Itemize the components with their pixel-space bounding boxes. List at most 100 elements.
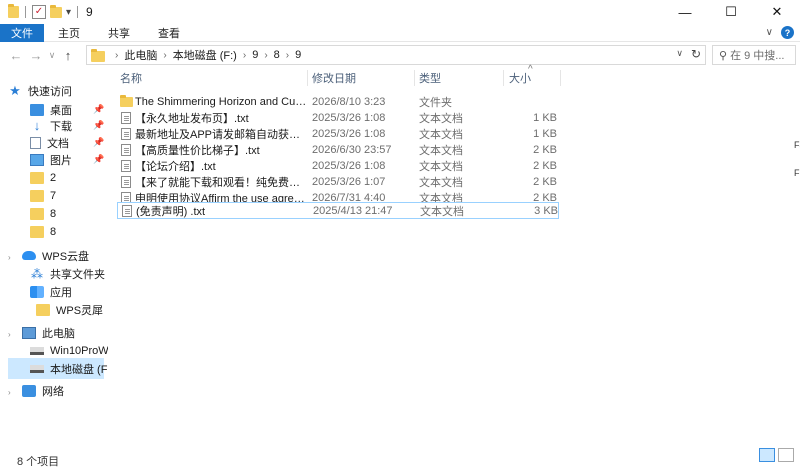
expand-icon[interactable]: › bbox=[8, 388, 11, 397]
column-header-size[interactable]: 大小 bbox=[509, 68, 531, 88]
pin-icon: 📌 bbox=[93, 154, 105, 164]
file-row[interactable]: 【论坛介绍】.txt 2025/3/26 1:08 文本文档 2 KB bbox=[117, 158, 559, 174]
column-divider[interactable] bbox=[307, 70, 308, 86]
status-bar: 8 个项目 bbox=[0, 450, 800, 471]
customize-toolbar-dropdown[interactable]: ▾ bbox=[66, 7, 71, 18]
chevron-right-icon[interactable]: › bbox=[264, 50, 267, 61]
network-icon bbox=[22, 384, 36, 397]
chevron-right-icon[interactable]: › bbox=[163, 50, 166, 61]
file-size: 2 KB bbox=[533, 160, 557, 172]
column-header-type[interactable]: 类型 bbox=[419, 68, 441, 88]
file-name: The Shimmering Horizon and Cursed... bbox=[135, 96, 307, 108]
sidebar-item-label: 此电脑 bbox=[42, 327, 75, 340]
recent-locations-button[interactable]: ∨ bbox=[46, 50, 58, 61]
forward-button[interactable]: → bbox=[26, 48, 46, 63]
ribbon-right-controls: ∨ ? bbox=[766, 26, 794, 39]
file-name: 【永久地址发布页】.txt bbox=[135, 113, 249, 125]
large-icons-view-icon[interactable] bbox=[778, 448, 794, 462]
file-row-focused[interactable]: (免责声明) .txt 2025/4/13 21:47 文本文档 3 KB bbox=[117, 202, 559, 219]
file-row[interactable]: 【永久地址发布页】.txt 2025/3/26 1:08 文本文档 1 KB bbox=[117, 110, 559, 126]
breadcrumb-folder-9[interactable]: 9 bbox=[252, 49, 258, 61]
chevron-right-icon[interactable]: › bbox=[243, 50, 246, 61]
text-file-icon bbox=[121, 144, 131, 156]
details-view-icon[interactable] bbox=[759, 448, 775, 462]
help-icon[interactable]: ? bbox=[781, 26, 794, 39]
document-icon bbox=[30, 136, 41, 149]
desktop-icon bbox=[30, 103, 44, 116]
sidebar-item-quick-access[interactable]: ★ 快速访问 bbox=[8, 80, 72, 101]
breadcrumb-folder-9-current[interactable]: 9 bbox=[295, 49, 301, 61]
folder-icon bbox=[120, 95, 133, 107]
navigation-pane: ★ 快速访问 桌面 📌 ↓ 下载 📌 文档 📌 图片 📌 2 7 8 8 › W… bbox=[0, 68, 108, 450]
sidebar-item-label: 网络 bbox=[42, 385, 64, 398]
search-input[interactable]: 在 9 中搜... bbox=[730, 47, 784, 63]
file-row[interactable]: 【高质量性价比梯子】.txt 2026/6/30 23:57 文本文档 2 KB bbox=[117, 142, 559, 158]
text-file-icon bbox=[121, 160, 131, 172]
column-divider[interactable] bbox=[503, 70, 504, 86]
back-button[interactable]: ← bbox=[6, 48, 26, 63]
tab-share[interactable]: 共享 bbox=[94, 24, 144, 42]
breadcrumb-this-pc[interactable]: 此电脑 bbox=[124, 47, 157, 63]
breadcrumb-drive-f[interactable]: 本地磁盘 (F:) bbox=[173, 47, 237, 63]
navigation-bar: ← → ∨ ↑ › 此电脑 › 本地磁盘 (F:) › 9 › 8 › 9 ∨ … bbox=[0, 42, 800, 68]
pin-icon: 📌 bbox=[93, 120, 105, 130]
file-type: 文本文档 bbox=[420, 205, 464, 218]
column-divider[interactable] bbox=[560, 70, 561, 86]
sidebar-item-drive-f[interactable]: 本地磁盘 (F:) bbox=[8, 358, 108, 379]
search-box[interactable]: ⚲ 在 9 中搜... bbox=[712, 45, 796, 65]
column-divider[interactable] bbox=[414, 70, 415, 86]
file-size: 3 KB bbox=[534, 204, 558, 217]
file-row[interactable]: 【来了就能下载和观看！纯免费！】.txt 2025/3/26 1:07 文本文档… bbox=[117, 174, 559, 190]
sidebar-item-folder-8b[interactable]: 8 bbox=[30, 221, 56, 242]
new-folder-icon[interactable] bbox=[50, 4, 62, 18]
close-button[interactable]: ✕ bbox=[754, 0, 800, 24]
sidebar-item-label: 快速访问 bbox=[28, 85, 72, 98]
sidebar-item-label: 2 bbox=[50, 171, 57, 184]
sidebar-item-label: 8 bbox=[50, 225, 57, 238]
address-dropdown-icon[interactable]: ∨ bbox=[676, 48, 683, 59]
up-button[interactable]: ↑ bbox=[58, 48, 78, 63]
toolbar-divider bbox=[25, 6, 26, 18]
file-date: 2025/3/26 1:08 bbox=[312, 112, 386, 124]
expand-ribbon-icon[interactable]: ∨ bbox=[766, 27, 773, 38]
expand-icon[interactable]: › bbox=[8, 253, 11, 262]
column-header-date[interactable]: 修改日期 bbox=[312, 68, 356, 88]
file-row-folder[interactable]: The Shimmering Horizon and Cursed... 202… bbox=[117, 94, 559, 110]
sidebar-item-label: WPS灵犀 bbox=[56, 304, 104, 317]
search-icon: ⚲ bbox=[719, 49, 728, 62]
maximize-button[interactable]: ☐ bbox=[708, 0, 754, 24]
breadcrumb-folder-8[interactable]: 8 bbox=[274, 49, 280, 61]
sidebar-item-wps-app[interactable]: WPS灵犀 bbox=[36, 299, 103, 320]
column-header-name[interactable]: 名称 bbox=[120, 68, 142, 88]
background-window-text: Fa bbox=[794, 140, 800, 150]
file-date: 2025/3/26 1:07 bbox=[312, 176, 386, 188]
folder-icon bbox=[36, 303, 50, 316]
drive-icon bbox=[30, 364, 44, 373]
chevron-right-icon[interactable]: › bbox=[115, 50, 118, 61]
sidebar-item-label: WPS云盘 bbox=[42, 250, 90, 263]
file-row[interactable]: 最新地址及APP请发邮箱自动获取！！！... 2025/3/26 1:08 文本… bbox=[117, 126, 559, 142]
background-window-text: Fi bbox=[794, 168, 800, 178]
tab-home[interactable]: 主页 bbox=[44, 24, 94, 42]
quick-access-toolbar: ✓ ▾ bbox=[0, 4, 80, 19]
folder-icon bbox=[91, 48, 105, 62]
sidebar-item-network[interactable]: 网络 bbox=[22, 380, 64, 401]
tab-file[interactable]: 文件 bbox=[0, 23, 44, 42]
refresh-icon[interactable]: ↻ bbox=[691, 47, 701, 61]
properties-icon[interactable]: ✓ bbox=[32, 5, 46, 19]
drive-icon bbox=[30, 346, 44, 355]
chevron-right-icon[interactable]: › bbox=[286, 50, 289, 61]
computer-icon bbox=[22, 326, 36, 339]
text-file-icon bbox=[121, 128, 131, 140]
download-icon: ↓ bbox=[33, 117, 41, 133]
toolbar-divider bbox=[77, 6, 79, 18]
file-date: 2026/8/10 3:23 bbox=[312, 96, 386, 108]
tab-view[interactable]: 查看 bbox=[144, 24, 194, 42]
expand-icon[interactable]: › bbox=[8, 330, 11, 339]
sidebar-item-label: 8 bbox=[50, 207, 57, 220]
address-bar[interactable]: › 此电脑 › 本地磁盘 (F:) › 9 › 8 › 9 ∨ ↻ bbox=[86, 45, 706, 65]
file-name: 【论坛介绍】.txt bbox=[135, 161, 216, 173]
pin-icon: 📌 bbox=[93, 104, 105, 114]
sidebar-item-label: Win10ProW X bbox=[50, 344, 108, 357]
minimize-button[interactable]: — bbox=[662, 0, 708, 24]
